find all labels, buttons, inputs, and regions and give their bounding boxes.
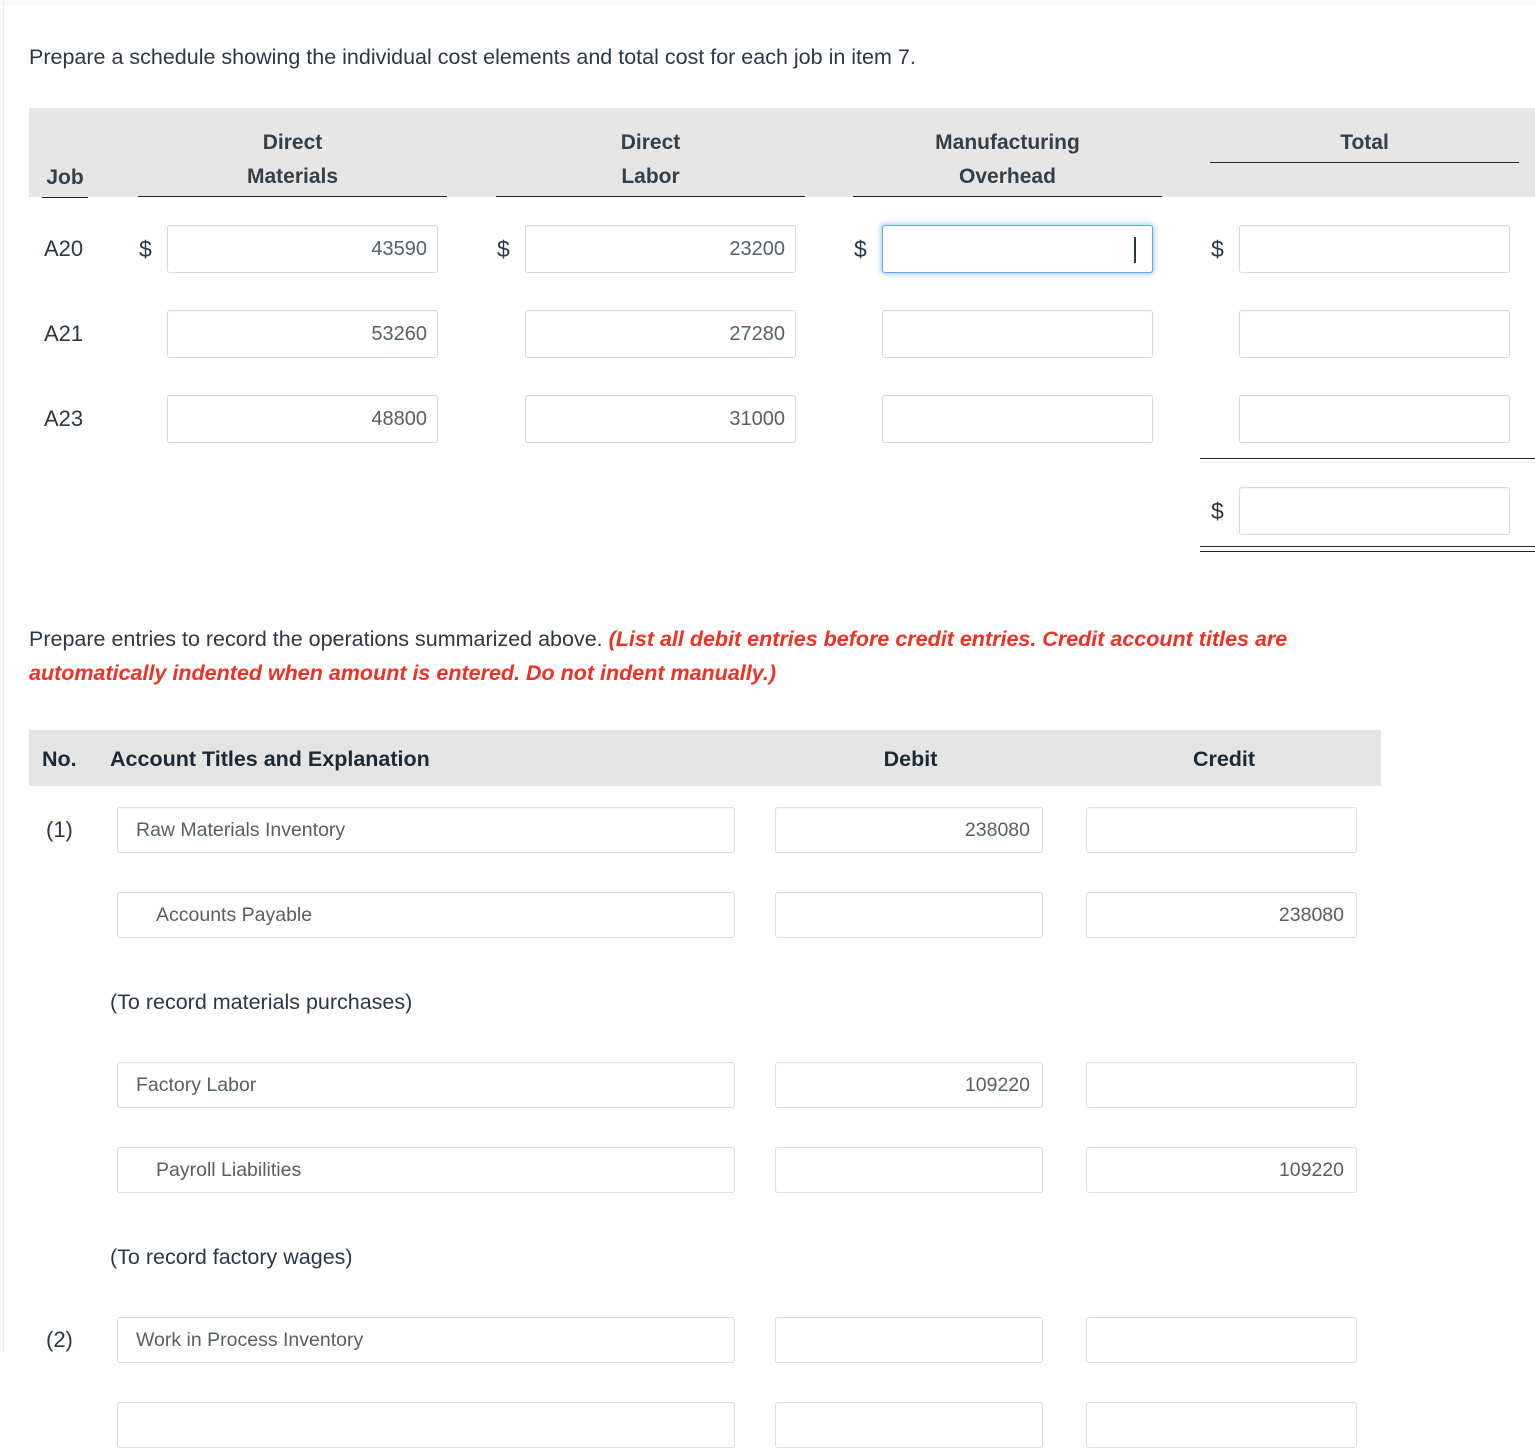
currency-symbol: $ [1211, 236, 1224, 262]
journal-row [0, 1147, 1535, 1193]
text-cursor [1134, 237, 1136, 263]
schedule-row-job-label: A23 [44, 406, 84, 431]
journal-prompt-plain: Prepare entries to record the operations… [29, 627, 609, 651]
schedule-header-moh-line2: Overhead [959, 165, 1056, 188]
journal-account-input[interactable] [117, 1062, 735, 1108]
currency-symbol: $ [497, 236, 510, 262]
grand-total-currency-symbol: $ [1211, 498, 1224, 524]
schedule-column-header-direct-labor: Direct Labor [496, 126, 805, 197]
schedule-prompt: Prepare a schedule showing the individua… [29, 45, 916, 69]
journal-account-input[interactable] [117, 892, 735, 938]
journal-account-input[interactable] [117, 1317, 735, 1363]
schedule-column-header-total: Total [1210, 126, 1519, 163]
journal-debit-input[interactable] [775, 1062, 1043, 1108]
schedule-input-direct-materials[interactable] [167, 395, 438, 443]
schedule-header-total-label: Total [1340, 131, 1389, 154]
journal-entry-note: (To record materials purchases) [110, 990, 413, 1014]
journal-column-header-debit: Debit [883, 747, 938, 771]
journal-row [0, 1402, 1535, 1448]
journal-prompt: Prepare entries to record the operations… [29, 622, 1429, 690]
schedule-header-dm-line2: Materials [246, 165, 339, 188]
journal-entry-note: (To record factory wages) [110, 1245, 353, 1269]
grand-total-input[interactable] [1239, 487, 1510, 535]
schedule-header-dl-line2: Labor [621, 165, 680, 188]
schedule-input-manufacturing-overhead[interactable] [882, 395, 1153, 443]
journal-account-input[interactable] [117, 807, 735, 853]
schedule-input-direct-labor[interactable] [525, 310, 796, 358]
schedule-row-job-label: A21 [44, 321, 84, 346]
schedule-column-header-manufacturing-overhead: Manufacturing Overhead [853, 126, 1162, 197]
schedule-input-total[interactable] [1239, 310, 1510, 358]
schedule-column-header-job: Job [42, 161, 88, 198]
schedule-header-moh-rule [853, 196, 1162, 197]
journal-credit-input[interactable] [1086, 1062, 1357, 1108]
journal-row: (2) [0, 1317, 1535, 1363]
journal-row [0, 1062, 1535, 1108]
journal-debit-input[interactable] [775, 1317, 1043, 1363]
schedule-input-total[interactable] [1239, 395, 1510, 443]
journal-row [0, 892, 1535, 938]
journal-entry-number: (1) [46, 817, 73, 842]
currency-symbol: $ [139, 236, 152, 262]
schedule-column-header-direct-materials: Direct Materials [138, 126, 447, 197]
schedule-subtotal-rule [1200, 458, 1535, 459]
journal-column-header-credit: Credit [1192, 747, 1256, 771]
schedule-input-direct-labor[interactable] [525, 395, 796, 443]
journal-credit-input[interactable] [1086, 1147, 1357, 1193]
schedule-input-total[interactable] [1239, 225, 1510, 273]
schedule-input-direct-materials[interactable] [167, 225, 438, 273]
schedule-row-job-label: A20 [44, 236, 84, 261]
journal-credit-input[interactable] [1086, 807, 1357, 853]
schedule-input-direct-labor[interactable] [525, 225, 796, 273]
journal-debit-input[interactable] [775, 892, 1043, 938]
schedule-row: A23 [0, 386, 1535, 452]
currency-symbol: $ [854, 236, 867, 262]
journal-column-header-account: Account Titles and Explanation [110, 747, 430, 771]
journal-debit-input[interactable] [775, 1147, 1043, 1193]
journal-credit-input[interactable] [1086, 892, 1357, 938]
schedule-header-dm-line1: Direct [262, 131, 323, 154]
schedule-input-manufacturing-overhead[interactable] [882, 310, 1153, 358]
schedule-header-dl-rule [496, 196, 805, 197]
journal-debit-input[interactable] [775, 807, 1043, 853]
journal-debit-input[interactable] [775, 1402, 1043, 1448]
journal-credit-input[interactable] [1086, 1317, 1357, 1363]
schedule-header-job-rule [42, 197, 88, 198]
journal-account-input[interactable] [117, 1402, 735, 1448]
schedule-header-total-rule [1210, 162, 1519, 163]
schedule-row: A20 $ $ $ $ [0, 216, 1535, 282]
schedule-header-moh-line1: Manufacturing [935, 131, 1080, 154]
journal-column-header-no: No. [42, 747, 77, 771]
schedule-header-dl-line1: Direct [620, 131, 681, 154]
schedule-header-job-label: Job [46, 166, 84, 189]
journal-entry-number: (2) [46, 1327, 73, 1352]
schedule-grand-total-double-rule [1200, 546, 1535, 552]
journal-account-input[interactable] [117, 1147, 735, 1193]
schedule-input-manufacturing-overhead[interactable] [882, 225, 1153, 273]
journal-credit-input[interactable] [1086, 1402, 1357, 1448]
top-edge-strip [0, 0, 1535, 6]
journal-row: (1) [0, 807, 1535, 853]
schedule-input-direct-materials[interactable] [167, 310, 438, 358]
schedule-grand-total-row: $ [0, 478, 1535, 544]
schedule-row: A21 [0, 301, 1535, 367]
schedule-header-dm-rule [138, 196, 447, 197]
